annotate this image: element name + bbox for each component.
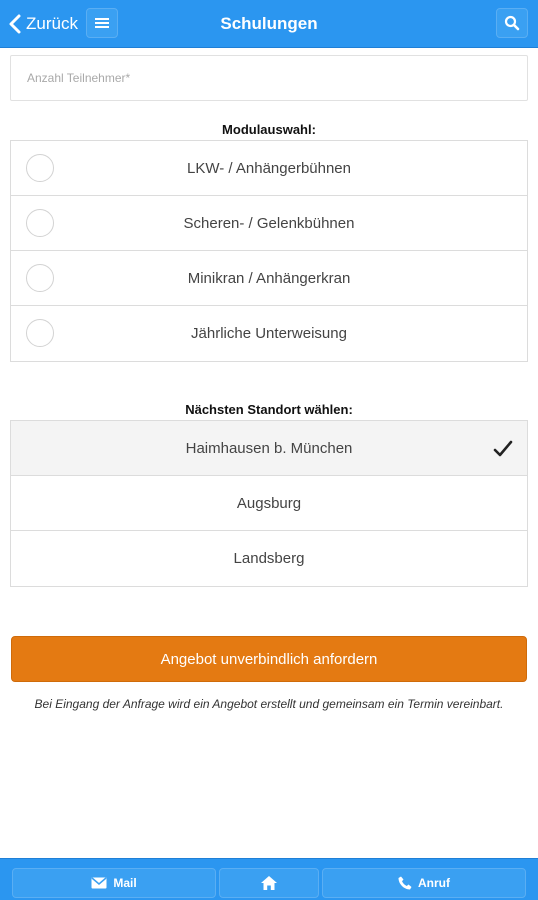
module-label: LKW- / Anhängerbühnen (186, 159, 351, 177)
mail-button[interactable]: Mail (12, 868, 216, 898)
modules-list: LKW- / Anhängerbühnen Scheren- / Gelenkb… (10, 140, 528, 362)
call-label: Anruf (418, 876, 450, 890)
participants-field (10, 55, 528, 101)
module-label: Jährliche Unterweisung (191, 325, 347, 342)
location-option-landsberg[interactable]: Landsberg (11, 531, 527, 586)
call-button[interactable]: Anruf (322, 868, 526, 898)
checkmark-icon (493, 440, 513, 457)
radio-button[interactable] (26, 264, 54, 292)
home-icon (261, 876, 277, 890)
location-option-augsburg[interactable]: Augsburg (11, 476, 527, 531)
locations-heading: Nächsten Standort wählen: (185, 402, 353, 417)
module-option-lkw[interactable]: LKW- / Anhängerbühnen (11, 141, 527, 196)
info-note: Bei Eingang der Anfrage wird ein Angebot… (34, 697, 504, 711)
app-header: Zurück Schulungen (0, 0, 538, 48)
module-option-minikran[interactable]: Minikran / Anhängerkran (11, 251, 527, 306)
radio-button[interactable] (26, 154, 54, 182)
search-icon (504, 15, 520, 31)
request-offer-button[interactable]: Angebot unverbindlich anfordern (11, 636, 527, 682)
phone-icon (398, 876, 412, 890)
search-button[interactable] (496, 8, 528, 38)
page-title: Schulungen (220, 14, 318, 33)
modules-heading: Modulauswahl: (222, 122, 316, 137)
module-option-unterweisung[interactable]: Jährliche Unterweisung (11, 306, 527, 361)
location-label: Haimhausen b. München (185, 439, 353, 457)
location-label: Landsberg (233, 550, 305, 567)
locations-list: Haimhausen b. München Augsburg Landsberg (10, 420, 528, 587)
participants-input[interactable] (11, 56, 527, 100)
location-label: Augsburg (236, 494, 302, 512)
footer-bar: Mail Anruf (0, 858, 538, 900)
module-label: Minikran / Anhängerkran (187, 269, 351, 287)
radio-button[interactable] (26, 209, 54, 237)
home-button[interactable] (219, 868, 319, 898)
module-label: Scheren- / Gelenkbühnen (183, 214, 355, 232)
envelope-icon (91, 877, 107, 889)
mail-label: Mail (113, 876, 137, 890)
radio-button[interactable] (26, 319, 54, 347)
module-option-scheren[interactable]: Scheren- / Gelenkbühnen (11, 196, 527, 251)
location-option-haimhausen[interactable]: Haimhausen b. München (11, 421, 527, 476)
